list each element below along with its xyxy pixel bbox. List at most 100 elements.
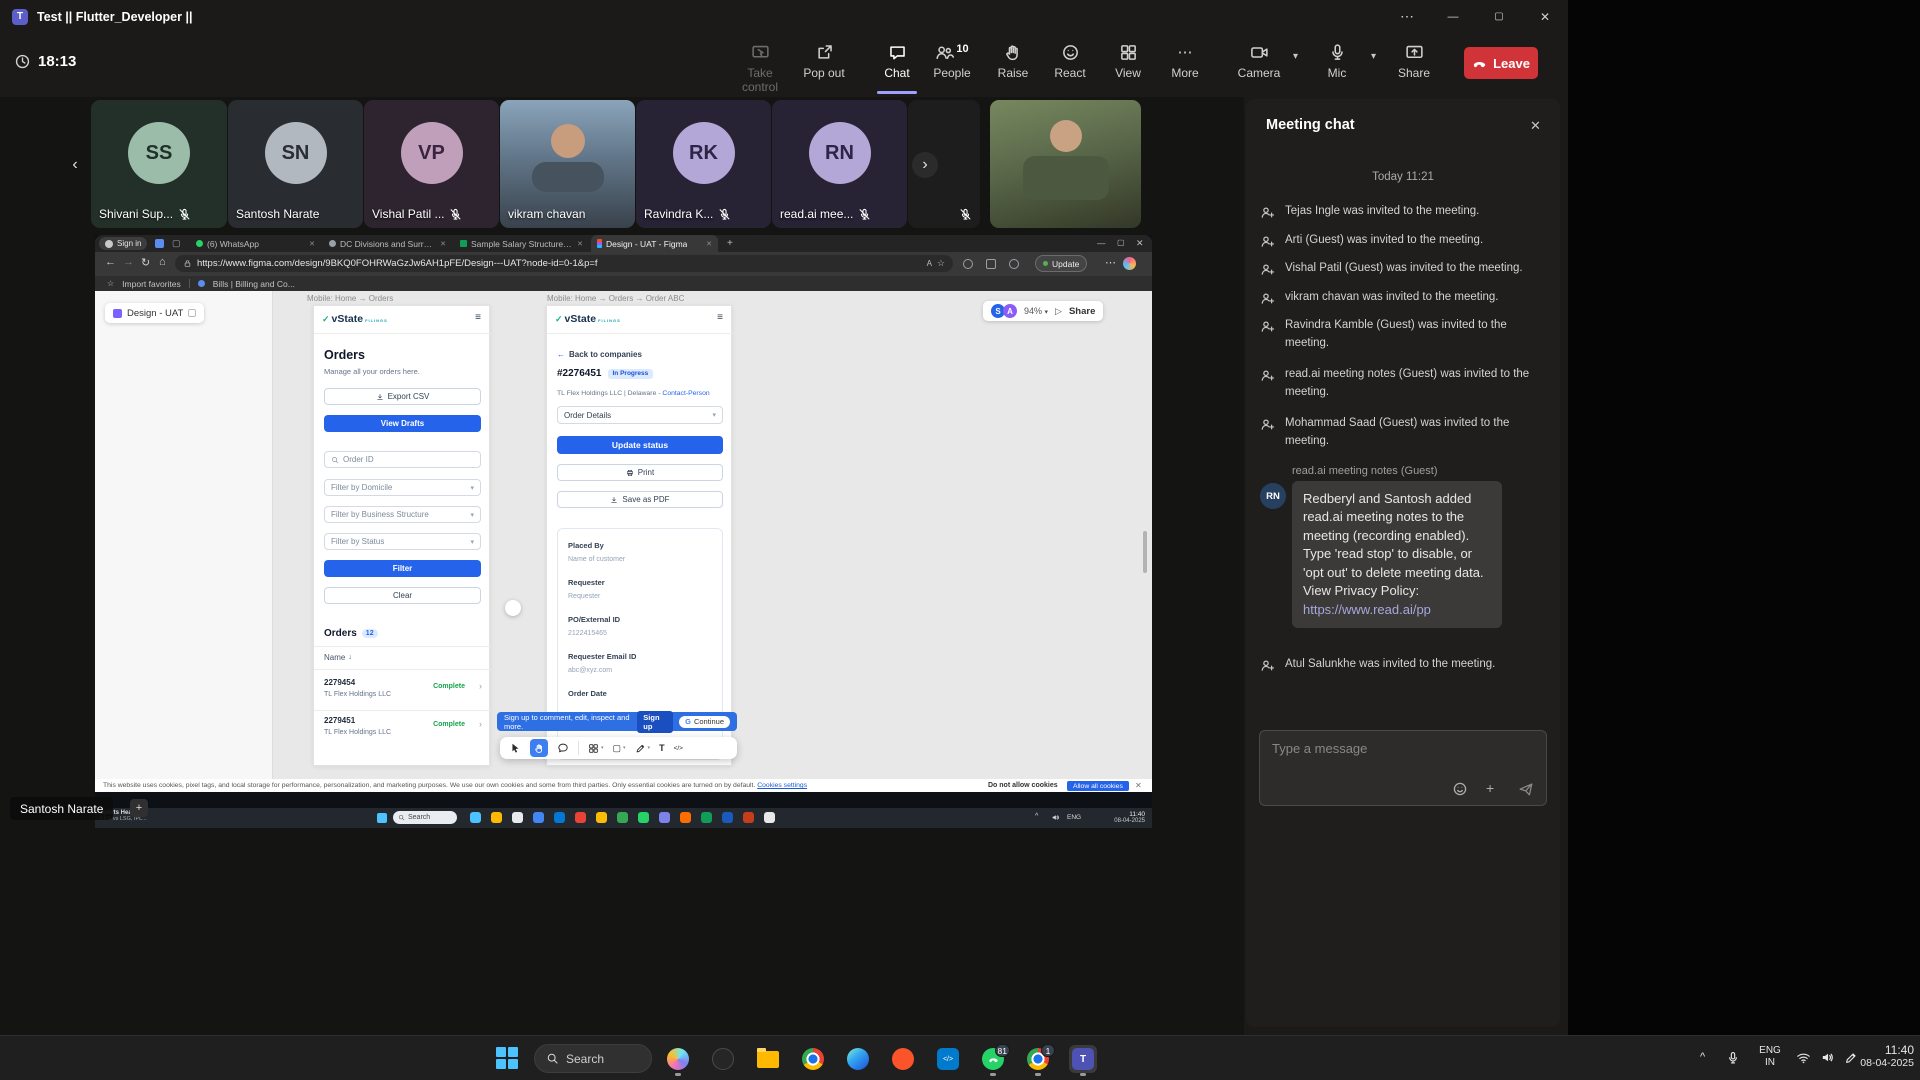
take-control-button[interactable]: Take control [728,43,792,94]
collaborator-avatar[interactable]: A [1003,304,1017,318]
clear-button[interactable]: Clear [324,587,481,604]
view-drafts-button[interactable]: View Drafts [324,415,481,432]
browser-minimize-icon[interactable]: — [1097,238,1106,248]
bills-bookmark-link[interactable]: Bills | Billing and Co... [213,279,295,289]
view-button[interactable]: View [1096,43,1160,80]
mini-clock[interactable]: 11:40 08-04-2025 [1093,811,1145,824]
figma-share-button[interactable]: Share [1069,306,1095,317]
people-button[interactable]: 10 People [920,43,984,80]
save-pdf-button[interactable]: Save as PDF [557,491,723,508]
participant-tile[interactable]: VP Vishal Patil ... [364,100,499,228]
taskbar-chrome-profile2-icon[interactable]: 1 [1024,1045,1052,1073]
reload-icon[interactable]: ↻ [141,256,150,269]
browser-tab[interactable]: Sample Salary Structure with calc... ✕ [454,235,589,252]
mic-chevron[interactable]: ▾ [1371,51,1376,62]
export-csv-button[interactable]: Export CSV [324,388,481,405]
sign-up-button[interactable]: Sign up [637,711,673,733]
back-to-companies-link[interactable]: ← Back to companies [557,350,642,359]
participants-scroll-left-button[interactable]: ‹ [62,152,88,178]
mic-button[interactable]: Mic [1305,43,1369,80]
canvas-floating-button[interactable] [505,600,521,616]
participant-tile-video[interactable] [990,100,1141,228]
frame-breadcrumb[interactable]: Mobile: Home → Orders [307,294,393,303]
back-icon[interactable]: ← [105,256,116,268]
chat-compose-box[interactable]: Type a message + [1259,730,1547,806]
camera-button[interactable]: Camera [1227,43,1291,80]
attach-plus-icon[interactable]: + [1486,780,1494,796]
chat-close-icon[interactable]: ✕ [1530,118,1541,134]
taskbar-file-explorer-icon[interactable] [754,1045,782,1073]
import-favorites-link[interactable]: Import favorites [122,279,181,289]
canvas-scrollbar[interactable] [1143,531,1147,573]
participant-tile[interactable]: SN Santosh Narate [228,100,363,228]
taskbar-teams-icon[interactable]: T [1069,1045,1097,1073]
pop-out-button[interactable]: Pop out [792,43,856,80]
cookie-close-icon[interactable]: ✕ [1135,781,1142,790]
browser-maximize-icon[interactable]: ▢ [1117,238,1125,247]
mini-language[interactable]: ENG [1067,814,1081,821]
pen-tool-icon[interactable]: ▾ [635,743,651,754]
volume-icon[interactable] [1820,1050,1835,1065]
mini-app-icons[interactable] [470,812,775,823]
comment-tool-icon[interactable] [557,742,569,754]
tab-actions-icon[interactable]: ▢ [172,238,181,249]
figma-frame-orders[interactable]: ✓vStateFILINGS ≡ Orders Manage all your … [313,305,490,766]
tab-close-icon[interactable]: ✕ [440,240,446,248]
filter-domicile-dropdown[interactable]: Filter by Domicile▾ [324,479,481,496]
split-screen-icon[interactable] [1009,259,1019,269]
hand-tool-icon-active[interactable] [530,739,548,757]
dev-mode-icon[interactable]: </> [674,745,683,752]
share-button[interactable]: Share [1382,43,1446,80]
taskbar-app-icon[interactable] [709,1045,737,1073]
browser-close-icon[interactable]: ✕ [1136,238,1144,249]
order-row[interactable]: 2279451 TL Flex Holdings LLC Complete › [314,712,491,748]
collections-icon[interactable] [986,259,996,269]
participant-tile[interactable]: SS Shivani Sup... [91,100,227,228]
hamburger-icon[interactable]: ≡ [475,312,481,323]
order-details-dropdown[interactable]: Order Details▾ [557,406,723,424]
shape-tool-icon[interactable]: ▢▾ [613,743,626,754]
participant-tile[interactable]: RN read.ai mee... [772,100,907,228]
workspaces-icon[interactable] [155,239,164,248]
extensions-icon[interactable] [963,259,973,269]
home-icon[interactable]: ⌂ [159,256,166,268]
browser-tab[interactable]: (6) WhatsApp ✕ [190,235,321,252]
taskbar-vscode-icon[interactable]: </> [934,1045,962,1073]
text-tool-icon[interactable]: T [659,743,665,753]
browser-settings-icon[interactable]: ⋯ [1105,256,1116,269]
leave-button[interactable]: Leave [1464,47,1538,79]
minimize-button[interactable]: — [1430,0,1476,33]
taskbar-chrome-icon[interactable] [799,1045,827,1073]
tray-mic-icon[interactable] [1726,1051,1740,1065]
frame-tool-icon[interactable]: ▾ [588,743,604,754]
taskbar-brave-icon[interactable] [889,1045,917,1073]
filter-button[interactable]: Filter [324,560,481,577]
allow-cookies-button[interactable]: Allow all cookies [1067,781,1129,791]
order-id-search-input[interactable]: Order ID [324,451,481,468]
move-tool-icon[interactable] [509,742,521,754]
forward-icon[interactable]: → [123,256,134,268]
figma-frame-order-detail[interactable]: ✓vStateFILINGS ≡ ← Back to companies #22… [546,305,732,766]
filter-business-dropdown[interactable]: Filter by Business Structure▾ [324,506,481,523]
print-button[interactable]: Print [557,464,723,481]
tab-close-icon[interactable]: ✕ [577,240,583,248]
tab-close-icon[interactable]: ✕ [706,240,712,248]
participants-scroll-right-button[interactable]: › [912,152,938,178]
google-continue-button[interactable]: G Continue [679,716,730,728]
new-tab-button[interactable]: + [727,238,733,249]
mini-tray-chevron[interactable]: ^ [1035,813,1038,820]
order-row[interactable]: 2279454 TL Flex Holdings LLC Complete › [314,674,491,710]
zoom-level[interactable]: 94% ▾ [1024,306,1048,316]
frame-breadcrumb[interactable]: Mobile: Home → Orders → Order ABC [547,294,684,303]
start-button[interactable] [496,1047,518,1069]
hamburger-icon[interactable]: ≡ [717,312,723,323]
browser-update-button[interactable]: Update [1035,255,1087,272]
filter-status-dropdown[interactable]: Filter by Status▾ [324,533,481,550]
participant-tile[interactable]: RK Ravindra K... [636,100,771,228]
participant-tile-video[interactable]: vikram chavan [500,100,635,228]
add-overlay-button[interactable]: + [130,799,148,817]
present-icon[interactable]: ▷ [1055,306,1062,317]
column-header-name[interactable]: Name↓ [324,653,352,662]
close-window-button[interactable]: ✕ [1522,0,1568,33]
url-field[interactable]: https://www.figma.com/design/9BKQ0FOHRWa… [175,255,953,272]
